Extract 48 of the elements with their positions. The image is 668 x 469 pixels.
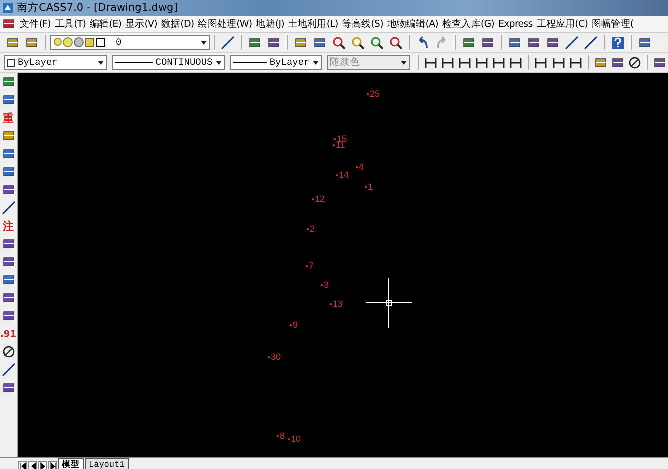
window-title: 南方CASS7.0 - [Drawing1.dwg] — [17, 1, 178, 15]
elevation-label: 12 — [312, 194, 326, 204]
menu-item[interactable]: 数据(D) — [159, 18, 196, 30]
tool-button[interactable]: .91 — [0, 327, 16, 342]
elevation-label: 4 — [356, 162, 364, 172]
elevation-label: 14 — [336, 170, 350, 180]
tool-button[interactable]: 注 — [3, 219, 14, 234]
menu-item[interactable]: 等高线(S) — [340, 18, 386, 30]
menu-item[interactable]: 编辑(E) — [88, 18, 124, 30]
elevation-label: 25 — [367, 89, 380, 99]
elevation-label: 2 — [307, 224, 316, 234]
elevation-label: 9 — [290, 320, 298, 330]
layer-dropdown[interactable]: 0 — [50, 35, 210, 50]
menu-item[interactable]: 图幅管理( — [590, 18, 636, 30]
lineweight-dropdown[interactable]: ByLayer — [230, 55, 322, 70]
lines-icon[interactable] — [219, 34, 237, 52]
menu-item[interactable]: Express — [496, 18, 535, 30]
menu-item[interactable]: 检查入库(G) — [440, 18, 496, 30]
elevation-label: 3 — [321, 280, 330, 290]
app-logo-icon — [2, 2, 14, 14]
linetype-dropdown[interactable]: CONTINUOUS — [112, 55, 225, 70]
elevation-label: 1 — [365, 182, 374, 192]
next-tab-icon[interactable] — [38, 461, 47, 469]
crosshair-cursor — [366, 278, 412, 328]
first-tab-icon[interactable] — [18, 461, 27, 469]
layout-tab[interactable]: Layout1 — [85, 458, 129, 469]
menu-item[interactable]: 土地利用(L) — [286, 18, 340, 30]
menu-item[interactable]: 文件(F) — [18, 18, 53, 30]
layout-tab[interactable]: 模型 — [58, 458, 84, 469]
circle-icon[interactable] — [2, 345, 16, 360]
menu-item[interactable]: 地籍(J) — [254, 18, 286, 30]
elevation-label: 30 — [268, 352, 282, 362]
diagonal-line-icon[interactable] — [2, 363, 16, 378]
elevation-label: 7 — [306, 261, 314, 271]
elevation-label: 13 — [330, 299, 344, 309]
menu-item[interactable]: 显示(V) — [124, 18, 160, 30]
elevation-label: 10 — [288, 434, 302, 444]
drawing-canvas[interactable]: 25 15 11 4 14 1 12 2 7 3 13 9 30 8 10 — [18, 73, 668, 457]
elevation-label: 8 — [277, 431, 286, 441]
menu-item[interactable]: 地物编辑(A) — [385, 18, 440, 30]
tool-button[interactable]: 重 — [3, 111, 14, 126]
elevation-label: 15 — [334, 134, 348, 144]
menu-item[interactable]: 绘图处理(W) — [196, 18, 254, 30]
menu-item[interactable]: 工具(T) — [52, 18, 88, 30]
last-tab-icon[interactable] — [48, 461, 57, 469]
color-dropdown[interactable]: ByLayer — [4, 55, 107, 70]
menu-item[interactable]: 工程应用(C) — [534, 18, 590, 30]
previous-tab-icon[interactable] — [28, 461, 37, 469]
